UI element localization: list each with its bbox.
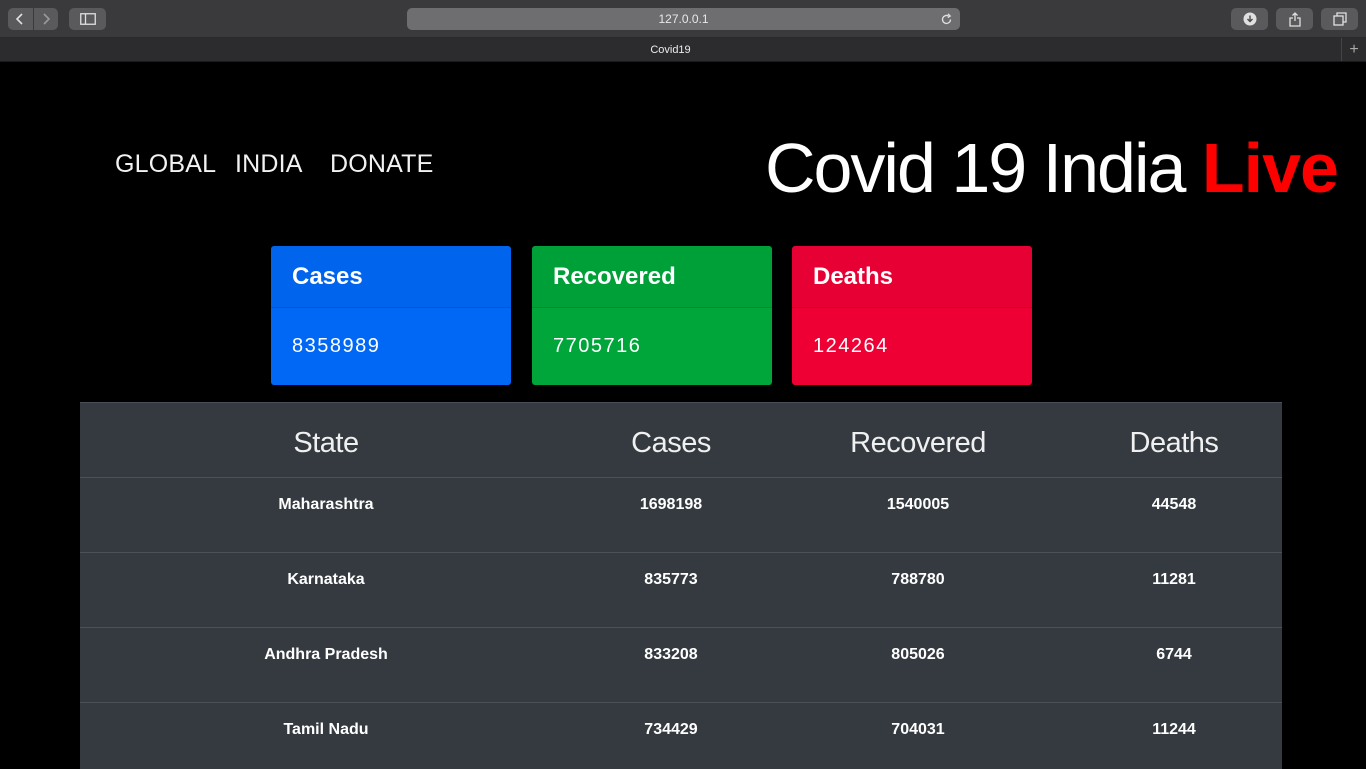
tabs-overview-button[interactable] [1321, 8, 1358, 30]
deaths-card: Deaths 124264 [792, 246, 1032, 385]
reload-icon [941, 12, 951, 24]
address-bar[interactable]: 127.0.0.1 [407, 8, 960, 30]
nav-link-donate[interactable]: DONATE [330, 150, 434, 179]
page-title-live: Live [1201, 129, 1339, 207]
sidebar-icon [79, 13, 96, 25]
chevron-left-icon [16, 13, 23, 25]
forward-button[interactable] [32, 8, 59, 30]
nav-link-global[interactable]: GLOBAL [115, 150, 216, 179]
table-row: Karnataka 835773 788780 11281 [80, 553, 1282, 627]
cases-card: Cases 8358989 [271, 246, 511, 385]
cell-state: Maharashtra [278, 496, 374, 513]
table-row: Maharashtra 1698198 1540005 44548 [80, 478, 1282, 552]
cell-state: Andhra Pradesh [264, 646, 388, 663]
cell-cases: 1698198 [639, 496, 703, 513]
recovered-card-label: Recovered [532, 246, 772, 308]
cases-card-label: Cases [271, 246, 511, 308]
deaths-card-value: 124264 [813, 335, 889, 357]
state-table: State Cases Recovered Deaths Maharashtra… [80, 402, 1282, 769]
share-icon [1288, 11, 1301, 27]
deaths-card-label: Deaths [792, 246, 1032, 308]
sidebar-toggle-button[interactable] [69, 8, 106, 30]
cell-state: Tamil Nadu [283, 721, 369, 738]
chevron-right-icon [43, 13, 50, 25]
plus-icon: + [1349, 40, 1359, 58]
page-title-main: Covid 19 India [764, 129, 1202, 207]
cell-cases: 734429 [644, 721, 698, 738]
history-nav [8, 8, 58, 30]
recovered-card-value: 7705716 [553, 335, 642, 357]
column-header-state: State [293, 427, 359, 459]
reload-button[interactable] [938, 11, 954, 27]
table-header-row: State Cases Recovered Deaths [80, 403, 1282, 477]
column-header-cases: Cases [631, 427, 711, 459]
cell-recovered: 1540005 [886, 496, 950, 513]
new-tab-button[interactable]: + [1341, 38, 1366, 61]
recovered-card: Recovered 7705716 [532, 246, 772, 385]
cell-deaths: 11244 [1152, 721, 1196, 738]
table-row: Tamil Nadu 734429 704031 11244 [80, 703, 1282, 769]
cases-card-value: 8358989 [292, 335, 381, 357]
cell-state: Karnataka [287, 571, 365, 588]
tab-active[interactable]: Covid19 [0, 38, 1341, 61]
cell-deaths: 6744 [1156, 646, 1192, 663]
back-button[interactable] [8, 8, 33, 30]
cell-recovered: 788780 [891, 571, 945, 588]
cell-deaths: 44548 [1151, 496, 1197, 513]
tab-bar: Covid19 + [0, 38, 1366, 62]
browser-toolbar: 127.0.0.1 [0, 0, 1366, 38]
cell-recovered: 805026 [891, 646, 945, 663]
column-header-recovered: Recovered [850, 427, 986, 459]
url-text: 127.0.0.1 [658, 12, 709, 26]
page-title: Covid 19 India Live [764, 128, 1339, 208]
downloads-button[interactable] [1231, 8, 1268, 30]
download-icon [1243, 12, 1256, 26]
tabs-icon [1332, 12, 1347, 26]
table-row: Andhra Pradesh 833208 805026 6744 [80, 628, 1282, 702]
cell-cases: 833208 [644, 646, 698, 663]
cell-cases: 835773 [644, 571, 698, 588]
cell-recovered: 704031 [891, 721, 945, 738]
tab-title: Covid19 [650, 43, 691, 56]
column-header-deaths: Deaths [1129, 427, 1219, 459]
share-button[interactable] [1276, 8, 1313, 30]
nav-link-india[interactable]: INDIA [235, 150, 303, 179]
cell-deaths: 11281 [1152, 571, 1196, 588]
